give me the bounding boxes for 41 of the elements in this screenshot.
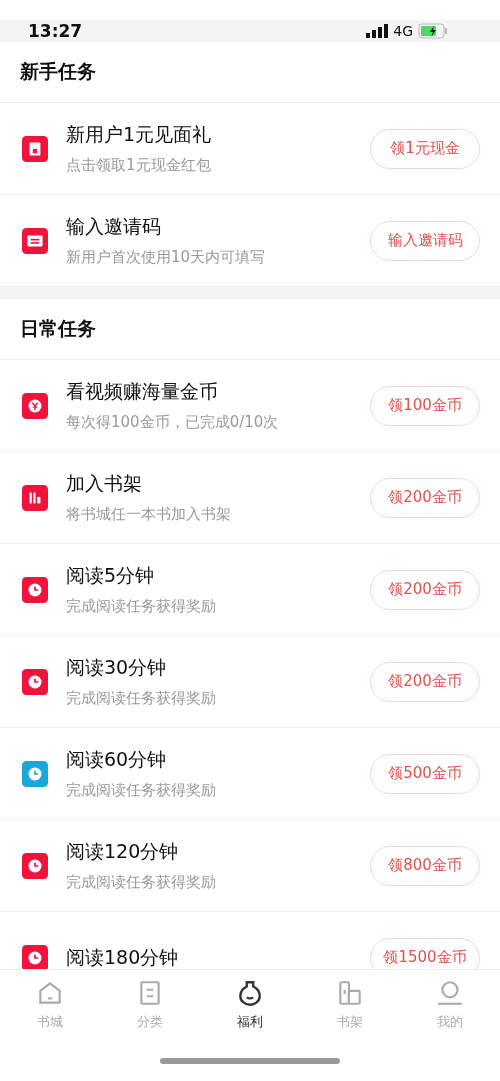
- task-title: 新用户1元见面礼: [66, 122, 213, 147]
- reward-button[interactable]: 领1500金币: [370, 937, 480, 969]
- bookshelf-icon: [336, 979, 364, 1007]
- task-description: 完成阅读任务获得奖励: [66, 597, 217, 616]
- task-title: 阅读120分钟: [66, 839, 180, 864]
- task-title: 加入书架: [66, 471, 143, 496]
- task-description: 每次得100金币，已完成0/10次: [66, 413, 280, 432]
- tab-item[interactable]: 分类: [100, 970, 200, 1040]
- task-description: 完成阅读任务获得奖励: [66, 689, 217, 708]
- task-description: 完成阅读任务获得奖励: [66, 873, 217, 892]
- task-title: 阅读180分钟: [66, 944, 180, 969]
- reward-button[interactable]: 领500金币: [370, 753, 480, 794]
- tab-item[interactable]: 福利: [200, 970, 300, 1040]
- task-description: 完成阅读任务获得奖励: [66, 781, 217, 800]
- status-time: 13:27: [28, 21, 83, 41]
- reward-button[interactable]: 领1元现金: [370, 128, 480, 169]
- section-title: 新手任务: [20, 59, 96, 84]
- task-description: 将书城任一本书加入书架: [66, 505, 232, 524]
- vase-icon: [236, 979, 264, 1007]
- reward-button[interactable]: 输入邀请码: [370, 220, 480, 261]
- section-title: 日常任务: [20, 316, 96, 341]
- task-title: 阅读5分钟: [66, 563, 156, 588]
- tab-item[interactable]: 书架: [300, 970, 400, 1040]
- person-icon: [436, 979, 464, 1007]
- task-description: 新用户首次使用10天内可填写: [66, 248, 267, 267]
- reward-button[interactable]: 领200金币: [370, 661, 480, 702]
- tab-item[interactable]: 我的: [400, 970, 500, 1040]
- reward-button[interactable]: 领100金币: [370, 385, 480, 426]
- task-title: 阅读30分钟: [66, 655, 168, 680]
- signal-icon: [366, 24, 389, 38]
- reward-button[interactable]: 领800金币: [370, 845, 480, 886]
- battery-icon: [418, 23, 448, 39]
- tab-item[interactable]: 书城: [0, 970, 100, 1040]
- task-title: 看视频赚海量金币: [66, 379, 219, 404]
- task-description: 点击领取1元现金红包: [66, 156, 212, 175]
- reward-button[interactable]: 领200金币: [370, 477, 480, 518]
- task-title: 输入邀请码: [66, 214, 162, 239]
- home-icon: [36, 979, 64, 1007]
- reward-button[interactable]: 领200金币: [370, 569, 480, 610]
- network-label: 4G: [393, 23, 413, 39]
- task-title: 阅读60分钟: [66, 747, 168, 772]
